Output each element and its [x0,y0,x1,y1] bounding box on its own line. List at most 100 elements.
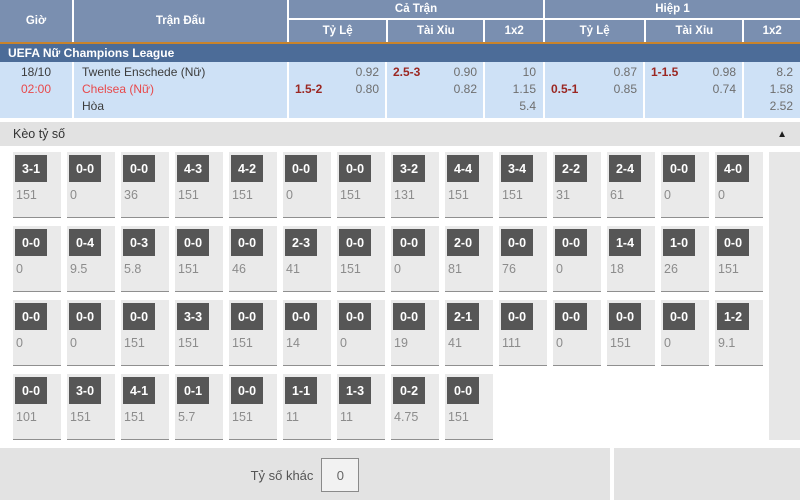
score-cell[interactable]: 0-00 [661,300,709,366]
score-cell[interactable]: 0-00 [391,226,439,292]
score-odds: 18 [607,262,655,276]
full-handicap-home-odds[interactable]: 0.92 [356,64,379,81]
score-cell[interactable]: 2-461 [607,152,655,218]
score-cell[interactable]: 0-014 [283,300,331,366]
score-chip: 0-0 [501,303,533,330]
score-cell[interactable]: 0-00 [553,300,601,366]
score-cell[interactable]: 0-0151 [337,226,385,292]
half-1x2-home[interactable]: 8.2 [744,64,800,81]
score-chip: 3-4 [501,155,533,182]
score-cell[interactable]: 0-0101 [13,374,61,440]
half-1x2-draw[interactable]: 2.52 [744,98,800,115]
score-chip: 0-3 [123,229,155,256]
score-cell[interactable]: 0-35.8 [121,226,169,292]
score-cell[interactable]: 2-141 [445,300,493,366]
half-over-odds[interactable]: 0.98 [713,64,736,81]
score-cell[interactable]: 0-00 [13,300,61,366]
score-cell[interactable]: 0-046 [229,226,277,292]
score-cell[interactable]: 0-00 [13,226,61,292]
score-cell[interactable]: 0-019 [391,300,439,366]
full-over-odds[interactable]: 0.90 [454,64,477,81]
score-cell[interactable]: 0-00 [661,152,709,218]
full-1x2-draw[interactable]: 5.4 [485,98,543,115]
score-cell[interactable]: 0-0151 [715,226,763,292]
header-sub-handicap-half: Tỷ Lệ [545,20,644,42]
score-section-bar[interactable]: Kèo tỷ số ▲ [0,122,800,146]
score-odds: 151 [121,410,169,424]
match-row: 18/10 02:00 Twente Enschede (Nữ) Chelsea… [0,62,800,118]
header-first-half-label: Hiệp 1 [545,0,800,20]
score-odds: 151 [499,188,547,202]
half-under-odds[interactable]: 0.74 [713,81,736,98]
score-odds: 151 [715,262,763,276]
score-cell[interactable]: 0-24.75 [391,374,439,440]
score-cell[interactable]: 0-0151 [229,374,277,440]
score-odds: 4.75 [391,410,439,424]
full-1x2-home[interactable]: 10 [485,64,543,81]
score-cell[interactable]: 2-341 [283,226,331,292]
full-under-odds[interactable]: 0.82 [454,81,477,98]
score-cell[interactable]: 0-15.7 [175,374,223,440]
score-cell[interactable]: 0-0151 [229,300,277,366]
score-cell[interactable]: 0-0151 [121,300,169,366]
half-handicap-home-odds[interactable]: 0.87 [614,64,637,81]
score-cell[interactable]: 3-0151 [67,374,115,440]
full-handicap-line: 1.5-2 [295,81,322,98]
score-cell[interactable]: 1-29.1 [715,300,763,366]
score-cell[interactable]: 0-49.5 [67,226,115,292]
score-chip: 0-0 [231,303,263,330]
score-chip: 1-0 [663,229,695,256]
score-cell[interactable]: 4-2151 [229,152,277,218]
collapse-triangle-icon[interactable]: ▲ [777,129,787,140]
score-cell[interactable]: 0-00 [553,226,601,292]
score-cell[interactable]: 3-3151 [175,300,223,366]
score-odds: 151 [229,188,277,202]
score-odds: 151 [121,336,169,350]
other-score-box[interactable]: 0 [321,458,359,492]
home-team[interactable]: Twente Enschede (Nữ) [74,64,287,81]
score-odds: 0 [553,262,601,276]
score-chip: 2-1 [447,303,479,330]
score-cell[interactable]: 3-2131 [391,152,439,218]
score-cell[interactable]: 0-0151 [607,300,655,366]
header-sub-1x2-half: 1x2 [742,20,800,42]
score-cell[interactable]: 1-026 [661,226,709,292]
score-row: 0-000-000-01513-31510-01510-0140-000-019… [0,300,800,366]
score-cell[interactable]: 0-036 [121,152,169,218]
other-score-label: Tỷ số khác [251,468,314,483]
score-cell[interactable]: 1-111 [283,374,331,440]
score-cell[interactable]: 0-0111 [499,300,547,366]
score-cell[interactable]: 4-4151 [445,152,493,218]
score-cell[interactable]: 2-081 [445,226,493,292]
full-1x2-away[interactable]: 1.15 [485,81,543,98]
score-cell[interactable]: 0-0151 [445,374,493,440]
score-cell[interactable]: 0-00 [283,152,331,218]
score-odds: 0 [661,336,709,350]
score-cell[interactable]: 1-311 [337,374,385,440]
score-chip: 0-0 [393,303,425,330]
score-cell[interactable]: 4-00 [715,152,763,218]
score-cell[interactable]: 1-418 [607,226,655,292]
score-cell[interactable]: 0-0151 [175,226,223,292]
score-cell[interactable]: 2-231 [553,152,601,218]
score-chip: 0-0 [339,155,371,182]
score-cell[interactable]: 0-076 [499,226,547,292]
score-chip: 1-2 [717,303,749,330]
score-cell[interactable]: 4-3151 [175,152,223,218]
score-cell[interactable]: 0-00 [337,300,385,366]
score-cell[interactable]: 3-1151 [13,152,61,218]
score-cell[interactable]: 0-0151 [337,152,385,218]
away-team[interactable]: Chelsea (Nữ) [74,81,287,98]
half-handicap-away-odds[interactable]: 0.85 [614,81,637,98]
score-cell[interactable]: 0-00 [67,152,115,218]
full-handicap-away-odds[interactable]: 0.80 [356,81,379,98]
score-odds: 11 [337,410,385,424]
score-cell[interactable]: 4-1151 [121,374,169,440]
half-ou-line: 1-1.5 [651,64,678,81]
match-teams-cell[interactable]: Twente Enschede (Nữ) Chelsea (Nữ) Hòa [72,62,287,118]
score-chip: 3-3 [177,303,209,330]
score-cell[interactable]: 3-4151 [499,152,547,218]
score-section-title: Kèo tỷ số [13,127,65,141]
half-1x2-away[interactable]: 1.58 [744,81,800,98]
score-cell[interactable]: 0-00 [67,300,115,366]
